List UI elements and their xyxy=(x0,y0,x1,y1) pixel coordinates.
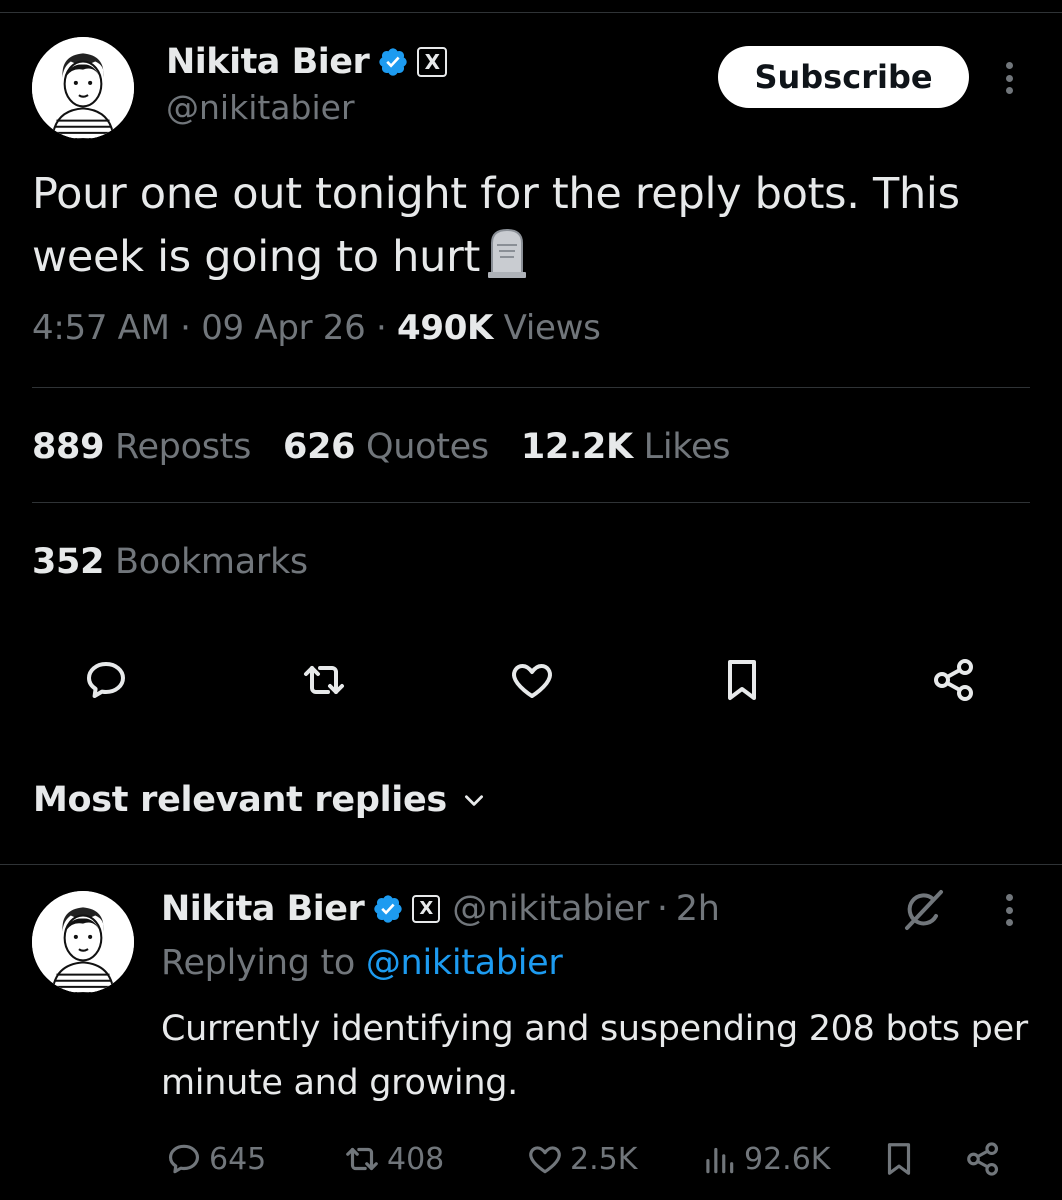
reply-repost-button[interactable]: 408 xyxy=(343,1138,444,1180)
x-affiliation-badge-icon[interactable]: X xyxy=(412,895,441,923)
verified-badge-icon[interactable] xyxy=(372,893,404,925)
tweet-meta: 4:57 AM · 09 Apr 26 · 490K Views xyxy=(32,308,601,348)
reply-reposts-count: 408 xyxy=(387,1141,445,1177)
engagement-stats: 889 Reposts 626 Quotes 12.2K Likes xyxy=(32,427,730,467)
reply-share-button[interactable] xyxy=(964,1138,1002,1180)
quotes-stat[interactable]: 626 Quotes xyxy=(283,427,489,467)
like-icon xyxy=(512,664,552,698)
author-name-row: Nikita Bier X xyxy=(166,40,448,84)
reply-text: Currently identifying and suspending 208… xyxy=(161,1009,1028,1103)
reply-age[interactable]: 2h xyxy=(676,889,720,929)
reply-author-name[interactable]: Nikita Bier xyxy=(161,889,365,929)
repost-icon xyxy=(346,1147,378,1171)
reply-replies-count: 645 xyxy=(209,1141,267,1177)
reply-author-avatar[interactable] xyxy=(32,891,134,993)
avatar-illustration xyxy=(32,891,134,993)
likes-stat[interactable]: 12.2K Likes xyxy=(521,427,731,467)
reply-reply-button[interactable]: 645 xyxy=(165,1138,266,1180)
author-handle[interactable]: @nikitabier xyxy=(166,88,355,127)
tweet-time[interactable]: 4:57 AM xyxy=(32,308,170,348)
divider xyxy=(0,864,1062,865)
tweet-date[interactable]: 09 Apr 26 xyxy=(201,308,366,348)
author-name[interactable]: Nikita Bier xyxy=(166,42,370,82)
reply-icon xyxy=(87,662,125,698)
replies-sort-label: Most relevant replies xyxy=(33,780,447,820)
repost-button[interactable] xyxy=(300,656,348,704)
tweet-text: Pour one out tonight for the reply bots.… xyxy=(32,163,1032,289)
avatar-illustration xyxy=(32,37,134,139)
meta-separator: · xyxy=(180,308,202,348)
x-affiliation-badge-icon[interactable]: X xyxy=(417,47,448,77)
like-icon xyxy=(529,1146,561,1174)
reply-button[interactable] xyxy=(82,656,130,704)
reply-author-handle[interactable]: @nikitabier xyxy=(452,889,649,929)
chevron-down-icon xyxy=(464,795,483,806)
views-label: Views xyxy=(503,308,601,348)
reply-views-button[interactable]: 92.6K xyxy=(700,1138,830,1180)
author-avatar[interactable] xyxy=(32,37,134,139)
bookmarks-stat[interactable]: 352 Bookmarks xyxy=(32,542,308,582)
replying-to: Replying to @nikitabier xyxy=(161,943,563,983)
subscribe-button[interactable]: Subscribe xyxy=(718,46,969,108)
reply-like-button[interactable]: 2.5K xyxy=(526,1138,637,1180)
grok-icon[interactable] xyxy=(899,886,947,934)
views-icon xyxy=(706,1147,734,1174)
divider xyxy=(32,502,1030,503)
bookmark-icon xyxy=(887,1143,911,1175)
meta-separator: · xyxy=(375,308,397,348)
reply-header: Nikita Bier X @nikitabier · 2h xyxy=(161,884,720,934)
reply-likes-count: 2.5K xyxy=(570,1141,638,1177)
share-button[interactable] xyxy=(930,656,978,704)
reply-bookmark-button[interactable] xyxy=(880,1138,918,1180)
divider xyxy=(32,387,1030,388)
meta-separator: · xyxy=(656,889,668,929)
views-count: 490K xyxy=(396,308,494,348)
like-button[interactable] xyxy=(508,656,556,704)
replying-prefix: Replying to xyxy=(161,943,356,983)
more-options-icon[interactable] xyxy=(999,58,1019,98)
reply-icon xyxy=(168,1144,200,1174)
top-divider xyxy=(0,12,1062,13)
headstone-icon xyxy=(488,228,527,278)
replies-sort-dropdown[interactable]: Most relevant replies xyxy=(33,780,487,820)
repost-icon xyxy=(304,666,344,694)
share-icon xyxy=(967,1142,999,1176)
reposts-stat[interactable]: 889 Reposts xyxy=(32,427,251,467)
share-icon xyxy=(934,659,973,701)
replying-to-mention[interactable]: @nikitabier xyxy=(366,943,563,983)
verified-badge-icon[interactable] xyxy=(377,46,409,78)
reply-more-options-icon[interactable] xyxy=(999,890,1019,930)
reply-views-count: 92.6K xyxy=(744,1141,831,1177)
bookmark-button[interactable] xyxy=(718,656,766,704)
bookmark-icon xyxy=(728,660,756,700)
